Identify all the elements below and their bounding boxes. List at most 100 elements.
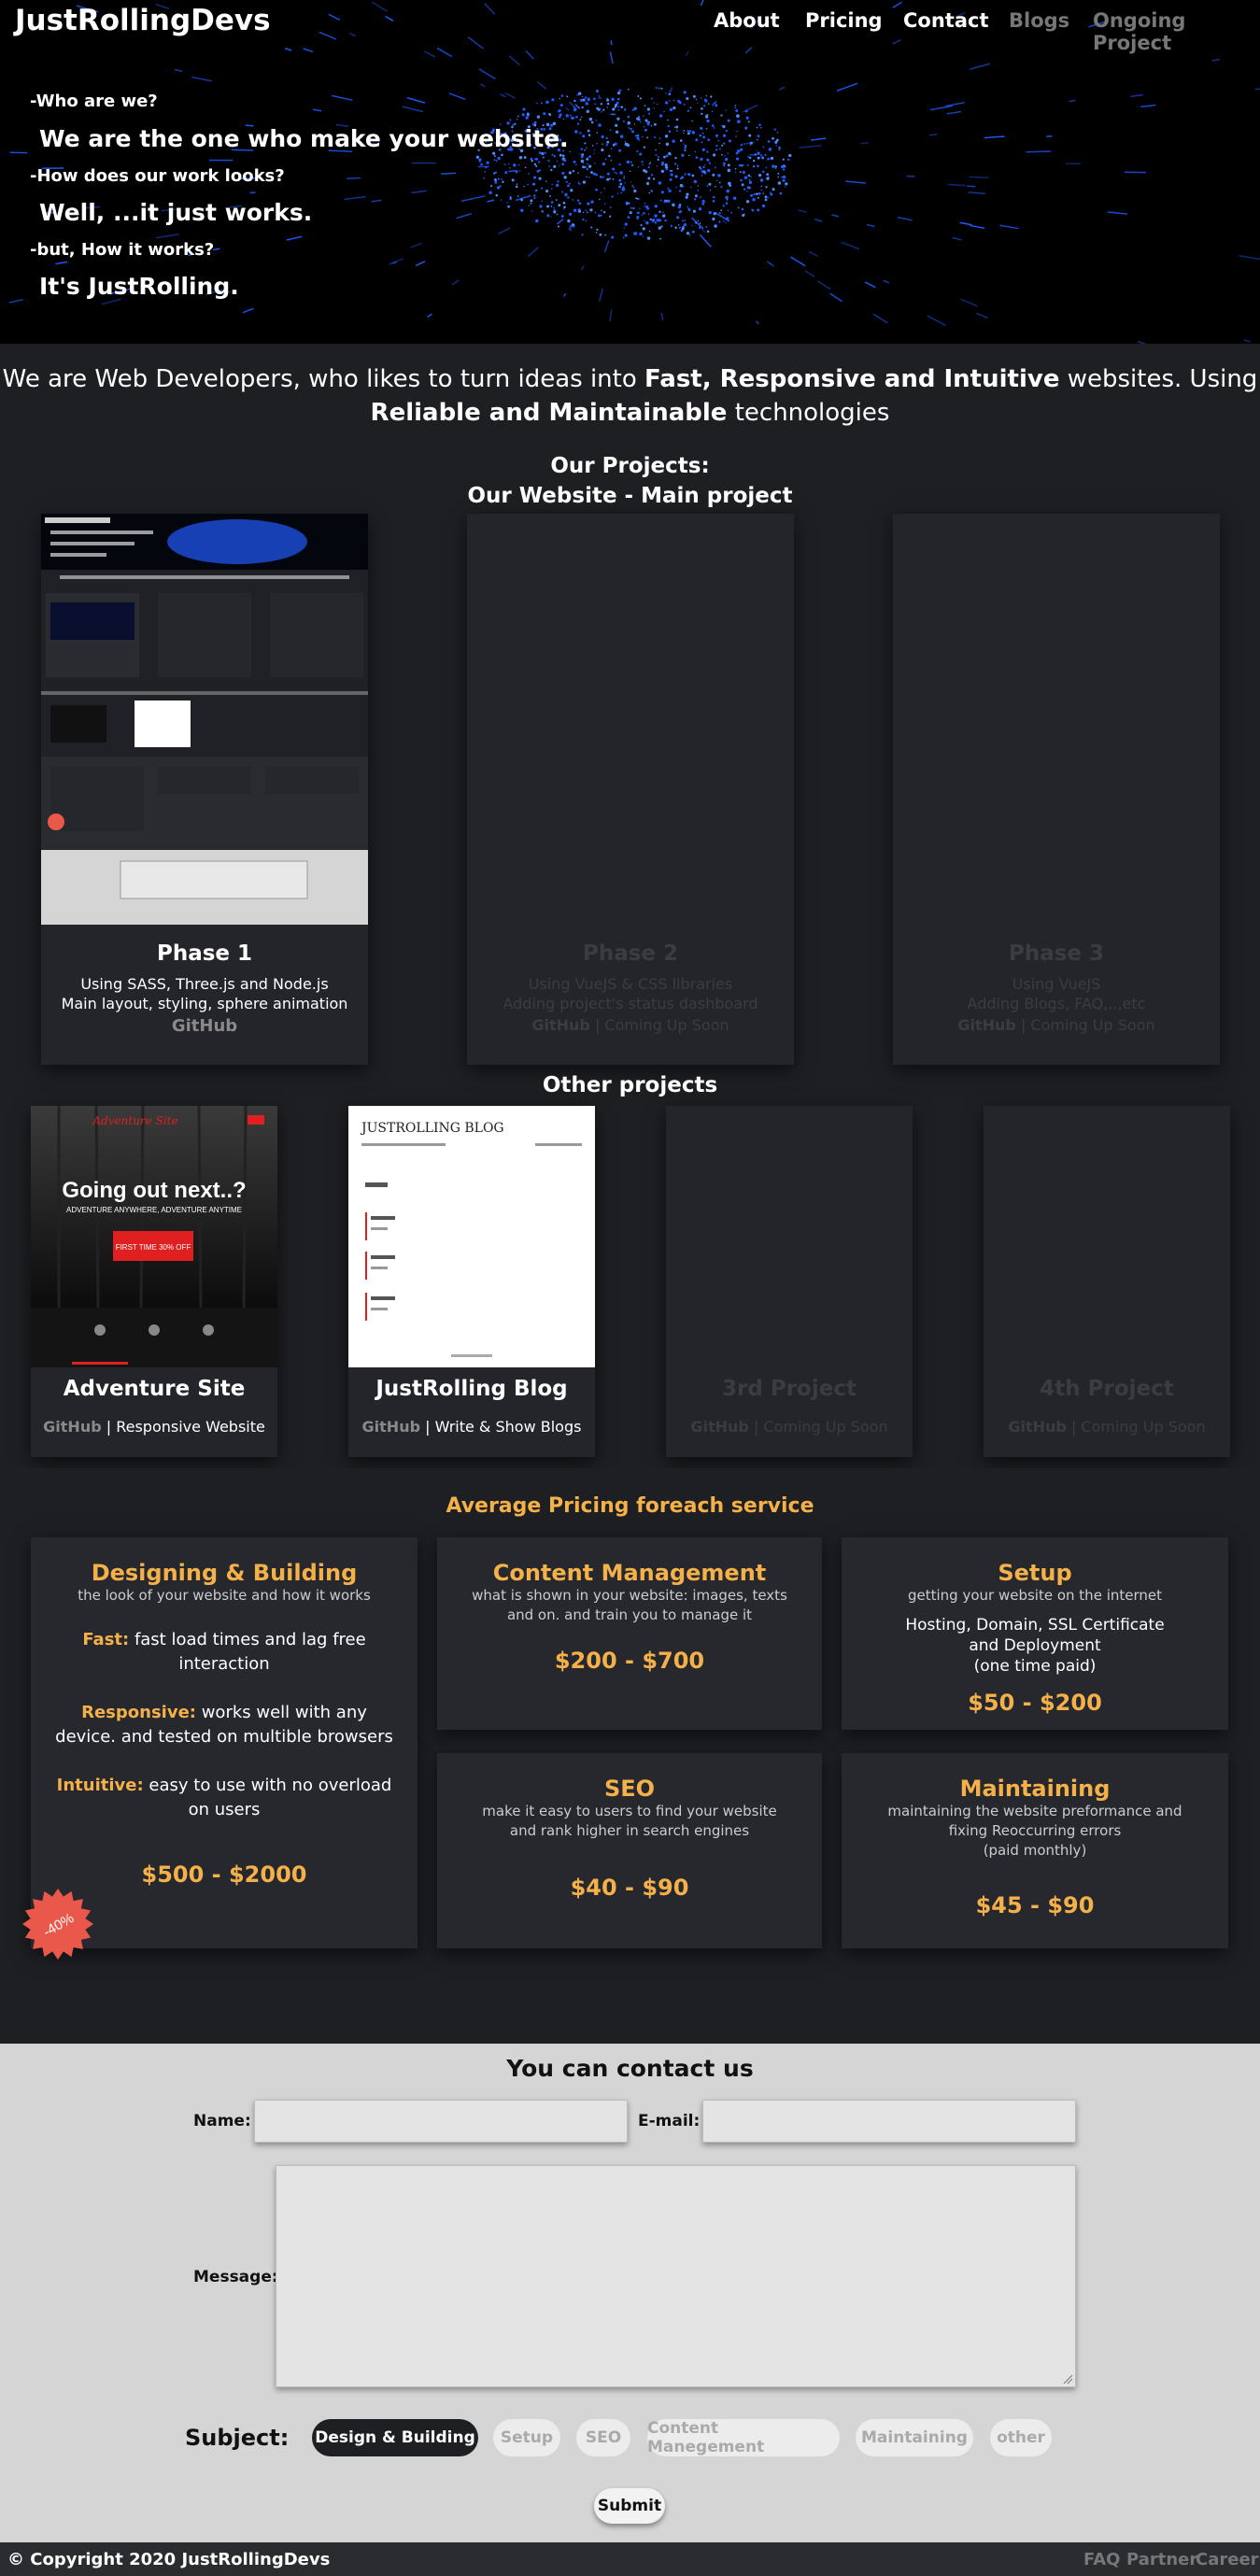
seo-title: SEO	[603, 1776, 656, 1802]
hero-question-1: -Who are we?	[30, 92, 158, 111]
justrolling-blog-card: JUSTROLLING BLOG JustRolling Blog GitHub…	[348, 1106, 595, 1457]
content-management-card: Content Management what is shown in your…	[437, 1537, 822, 1730]
name-label: Name:	[193, 2112, 251, 2130]
intro-text: We are Web Developers, who likes to turn…	[0, 362, 1260, 430]
thumb-sub: ADVENTURE ANYWHERE, ADVENTURE ANYTIME	[66, 1206, 242, 1214]
third-project-title: 3rd Project	[722, 1377, 857, 1401]
phase-3-card: Phase 3 Using VueJS Adding Blogs, FAQ,..…	[893, 514, 1220, 1065]
design-building-sub: the look of your website and how it work…	[78, 1587, 371, 1604]
contact-section: You can contact us Name: E-mail: Message…	[0, 2044, 1260, 2542]
phase-1-title: Phase 1	[156, 941, 253, 966]
subject-setup[interactable]: Setup	[493, 2419, 560, 2456]
subject-seo[interactable]: SEO	[576, 2419, 630, 2456]
phase-3-title: Phase 3	[1008, 941, 1105, 966]
seo-sub: make it easy to users to find your websi…	[482, 1803, 777, 1839]
fourth-project-desc: Coming Up Soon	[1081, 1418, 1206, 1436]
justrolling-blog-title: JustRolling Blog	[375, 1377, 568, 1401]
resize-handle-icon[interactable]	[1062, 2373, 1073, 2385]
hero-question-3: -but, How it works?	[30, 240, 215, 260]
third-project-github-link[interactable]: GitHub	[690, 1418, 749, 1436]
separator: |	[101, 1418, 117, 1436]
phase-2-scope: Adding project's status dashboard	[503, 995, 758, 1012]
phase-1-screenshot	[41, 514, 368, 925]
intro-part: We are Web Developers, who likes to turn…	[2, 365, 645, 393]
message-label: Message:	[193, 2268, 278, 2286]
phase-3-github-link[interactable]: GitHub	[957, 1016, 1016, 1034]
phase-1-github-link[interactable]: GitHub	[172, 1016, 237, 1036]
design-building-title: Designing & Building	[91, 1560, 358, 1586]
separator: |	[748, 1418, 764, 1436]
hero-section: JustRollingDevs About Pricing Contact Bl…	[0, 0, 1260, 344]
subject-other[interactable]: other	[990, 2419, 1052, 2456]
phase-3-scope: Adding Blogs, FAQ,..,etc	[967, 995, 1146, 1012]
subject-content-management[interactable]: Content Manegement	[647, 2419, 840, 2456]
setup-price: $50 - $200	[968, 1690, 1102, 1716]
phase-3-status: | Coming Up Soon	[1020, 1016, 1155, 1034]
footer: © Copyright 2020 JustRollingDevs FAQ Par…	[0, 2542, 1260, 2576]
setup-card: Setup getting your website on the intern…	[842, 1537, 1228, 1730]
thumb-headline: Going out next..?	[62, 1178, 246, 1203]
thumb-blog-title: JUSTROLLING BLOG	[360, 1121, 504, 1136]
justrolling-blog-desc: Write & Show Blogs	[434, 1418, 582, 1436]
design-building-price: $500 - $2000	[141, 1861, 307, 1888]
fourth-project-github-link[interactable]: GitHub	[1008, 1418, 1067, 1436]
discount-badge: -40%	[22, 1889, 93, 1960]
fast-desc: fast load times and lag free interaction	[129, 1630, 366, 1674]
adventure-site-github-link[interactable]: GitHub	[43, 1418, 102, 1436]
intro-part: technologies	[727, 399, 890, 427]
adventure-site-title: Adventure Site	[63, 1377, 246, 1401]
email-label: E-mail:	[638, 2112, 701, 2130]
adventure-site-screenshot: Adventure Site Going out next..? ADVENTU…	[31, 1106, 277, 1367]
phase-2-status: | Coming Up Soon	[594, 1016, 729, 1034]
message-textarea[interactable]	[276, 2165, 1076, 2387]
footer-faq-link[interactable]: FAQ	[1083, 2550, 1120, 2569]
adventure-site-card: Adventure Site Going out next..? ADVENTU…	[31, 1106, 277, 1457]
nav-blogs[interactable]: Blogs	[1009, 9, 1069, 32]
phase-2-github-link[interactable]: GitHub	[531, 1016, 590, 1034]
intuitive-label: Intuitive:	[56, 1776, 144, 1795]
site-logo[interactable]: JustRollingDevs	[15, 4, 271, 37]
adventure-site-desc: Responsive Website	[116, 1418, 265, 1436]
third-project-card: 3rd Project GitHub | Coming Up Soon	[666, 1106, 913, 1457]
setup-title: Setup	[998, 1560, 1072, 1586]
intro-strong: Fast, Responsive and Intuitive	[644, 365, 1060, 393]
nav-ongoing-project[interactable]: Ongoing Project	[1093, 9, 1260, 54]
other-projects-heading: Other projects	[542, 1073, 718, 1097]
nav-contact[interactable]: Contact	[903, 9, 989, 32]
pricing-heading: Average Pricing foreach service	[446, 1494, 814, 1518]
hero-answer-2: Well, ...it just works.	[39, 199, 313, 226]
justrolling-blog-screenshot: JUSTROLLING BLOG	[348, 1106, 595, 1367]
subject-label: Subject:	[185, 2425, 290, 2451]
footer-partner-link[interactable]: Partner	[1126, 2550, 1197, 2569]
hero-answer-3: It's JustRolling.	[39, 273, 239, 300]
intro-strong: Reliable and Maintainable	[370, 399, 728, 427]
phase-1-scope: Main layout, styling, sphere animation	[61, 995, 348, 1012]
intro-part: websites. Using	[1059, 365, 1258, 393]
email-input[interactable]	[702, 2100, 1076, 2143]
maintaining-price: $45 - $90	[975, 1892, 1095, 1918]
content-management-sub: what is shown in your website: images, t…	[472, 1587, 787, 1623]
justrolling-blog-github-link[interactable]: GitHub	[362, 1418, 421, 1436]
content-management-price: $200 - $700	[554, 1648, 705, 1674]
subject-maintaining[interactable]: Maintaining	[856, 2419, 973, 2456]
phase-2-card: Phase 2 Using VueJS & CSS libraries Addi…	[467, 514, 794, 1065]
nav-pricing[interactable]: Pricing	[805, 9, 883, 32]
phase-1-card: Phase 1 Using SASS, Three.js and Node.js…	[41, 514, 368, 1065]
fourth-project-card: 4th Project GitHub | Coming Up Soon	[984, 1106, 1230, 1457]
fast-label: Fast:	[82, 1630, 130, 1649]
footer-career-link[interactable]: Career	[1196, 2550, 1259, 2569]
third-project-desc: Coming Up Soon	[763, 1418, 888, 1436]
setup-body: Hosting, Domain, SSL Certificate and Dep…	[905, 1616, 1165, 1655]
setup-sub: getting your website on the internet	[908, 1587, 1162, 1604]
maintaining-title: Maintaining	[959, 1776, 1111, 1802]
phase-2-title: Phase 2	[582, 941, 679, 966]
phase-1-tech: Using SASS, Three.js and Node.js	[80, 975, 329, 993]
intuitive-desc: easy to use with no overload on users	[143, 1776, 392, 1819]
nav-about[interactable]: About	[714, 9, 780, 32]
copyright-text: © Copyright 2020 JustRollingDevs	[7, 2550, 331, 2569]
setup-note: (one time paid)	[973, 1657, 1097, 1676]
subject-design-building[interactable]: Design & Building	[312, 2419, 478, 2456]
name-input[interactable]	[254, 2100, 628, 2143]
submit-button[interactable]: Submit	[594, 2488, 665, 2524]
phase-2-tech: Using VueJS & CSS libraries	[528, 975, 733, 993]
